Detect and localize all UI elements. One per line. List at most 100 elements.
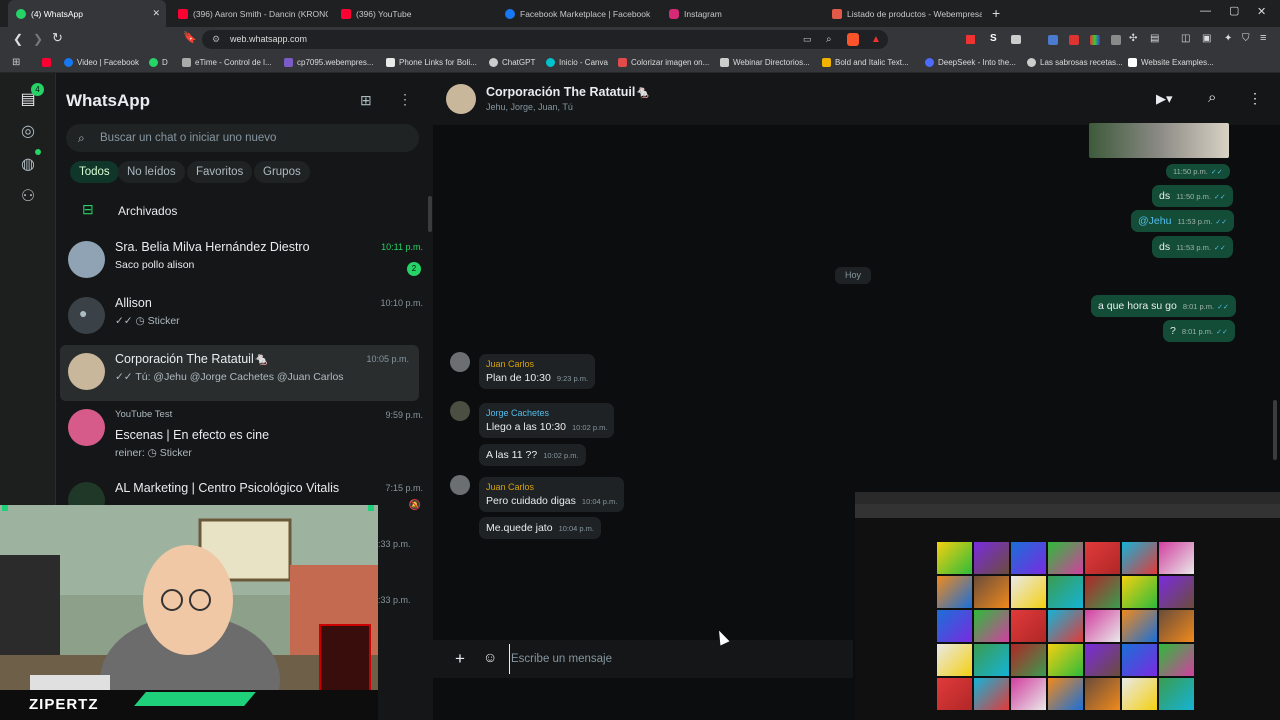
video-thumbnail[interactable] — [1159, 644, 1194, 676]
bookmark-item[interactable]: DeepSeek - Into the... — [925, 52, 1016, 73]
reload-icon[interactable]: ↻ — [52, 30, 63, 46]
video-thumbnail[interactable] — [1159, 576, 1194, 608]
tab-instagram[interactable]: Instagram — [661, 0, 819, 27]
extension-icon[interactable] — [966, 35, 975, 44]
video-thumbnail[interactable] — [1048, 542, 1083, 574]
filter-grupos[interactable]: Grupos — [254, 161, 310, 183]
bookmark-item[interactable]: Colorizar imagen on... — [618, 52, 709, 73]
bookmark-item[interactable]: Inicio - Canva — [546, 52, 608, 73]
video-thumbnail[interactable] — [1085, 576, 1120, 608]
chat-item[interactable]: YouTube Test Escenas | En efecto es cine… — [56, 401, 433, 465]
puzzle-icon[interactable]: ✣ — [1129, 33, 1137, 44]
bookmark-item[interactable]: cp7095.webempres... — [284, 52, 374, 73]
video-thumbnail[interactable] — [1159, 678, 1194, 710]
bookmark-item[interactable]: eTime - Control de l... — [182, 52, 272, 73]
image-message[interactable] — [1089, 123, 1229, 158]
conversation-scrollbar[interactable] — [1273, 400, 1277, 460]
bookmark-item[interactable]: Bold and Italic Text... — [822, 52, 909, 73]
filter-favoritos[interactable]: Favoritos — [187, 161, 253, 183]
leo-icon[interactable]: ✦ — [1224, 33, 1232, 44]
video-thumbnail[interactable] — [1011, 678, 1046, 710]
tab-youtube-aaron[interactable]: (396) Aaron Smith - Dancin (KRONO — [170, 0, 328, 27]
video-thumbnail[interactable] — [1122, 678, 1157, 710]
video-thumbnail[interactable] — [974, 678, 1009, 710]
sender-name[interactable]: Juan Carlos — [486, 359, 588, 369]
video-call-icon[interactable]: ▶▾ — [1156, 91, 1173, 107]
more-options-icon[interactable]: ⋮ — [1248, 90, 1262, 107]
video-thumbnail[interactable] — [1085, 678, 1120, 710]
video-thumbnail[interactable] — [1048, 610, 1083, 642]
chat-item[interactable]: ● Allison ✓✓ ◷ Sticker 10:10 p.m. — [56, 289, 433, 345]
chat-item[interactable]: Sra. Belia Milva Hernández Diestro Saco … — [56, 233, 433, 289]
forward-icon[interactable]: ❯ — [33, 32, 43, 46]
video-thumbnail[interactable] — [937, 610, 972, 642]
video-thumbnail[interactable] — [1011, 644, 1046, 676]
sticker-icon[interactable]: ☺ — [483, 649, 497, 665]
site-info-icon[interactable]: ⚙ — [212, 30, 220, 49]
zoom-icon[interactable]: ⌕ — [826, 30, 832, 49]
video-thumbnail[interactable] — [974, 576, 1009, 608]
sidebar-toggle-icon[interactable]: ▤ — [1150, 33, 1159, 44]
close-window-icon[interactable]: ✕ — [1257, 5, 1266, 18]
cast-icon[interactable]: ▭ — [803, 30, 812, 49]
brave-shield-icon[interactable] — [847, 33, 859, 46]
video-thumbnail[interactable] — [1011, 576, 1046, 608]
video-thumbnail[interactable] — [1085, 644, 1120, 676]
video-thumbnail[interactable] — [974, 644, 1009, 676]
bookmark-item[interactable]: Website Examples... — [1128, 52, 1214, 73]
video-thumbnail[interactable] — [1159, 542, 1194, 574]
mention-text[interactable]: @Jehu — [1138, 215, 1171, 227]
search-icon[interactable]: ⌕ — [1208, 89, 1216, 106]
new-chat-icon[interactable]: ⊞ — [360, 92, 372, 109]
vpn-icon[interactable]: ⛉ — [1242, 33, 1250, 44]
apps-grid-icon[interactable]: ⊞ — [12, 57, 20, 68]
extension-icon[interactable]: S — [990, 33, 997, 44]
video-thumbnail[interactable] — [1122, 610, 1157, 642]
channels-icon[interactable]: ◍ — [18, 155, 38, 175]
video-thumbnail[interactable] — [1085, 542, 1120, 574]
filter-no-leidos[interactable]: No leídos — [118, 161, 185, 183]
url-input[interactable]: ⚙ web.whatsapp.com ▭ ⌕ ▲ — [202, 30, 888, 49]
video-thumbnail[interactable] — [1159, 610, 1194, 642]
tab-webempresa[interactable]: Listado de productos - Webempresa — [824, 0, 982, 27]
video-thumbnail[interactable] — [1048, 576, 1083, 608]
sender-avatar[interactable] — [450, 352, 470, 372]
minimize-icon[interactable]: — — [1200, 5, 1211, 17]
video-thumbnail[interactable] — [937, 644, 972, 676]
extension-icon[interactable] — [1011, 35, 1021, 44]
video-thumbnail[interactable] — [937, 678, 972, 710]
status-icon[interactable]: ◎ — [18, 122, 38, 142]
new-tab-button[interactable]: + — [992, 5, 1000, 21]
translate-icon[interactable] — [1048, 35, 1058, 45]
maximize-icon[interactable]: ▢ — [1229, 4, 1239, 17]
brave-rewards-icon[interactable]: ▲ — [871, 30, 881, 49]
chat-list-scrollbar[interactable] — [428, 196, 432, 232]
more-options-icon[interactable]: ⋮ — [398, 91, 412, 108]
tab-whatsapp[interactable]: (4) WhatsApp ✕ — [8, 0, 166, 27]
extension-icon[interactable] — [1090, 35, 1100, 45]
message-input[interactable]: Escribe un mensaje — [509, 644, 849, 674]
group-avatar[interactable] — [446, 84, 476, 114]
bookmark-item[interactable]: Webinar Directorios... — [720, 52, 810, 73]
attach-plus-icon[interactable]: + — [455, 649, 465, 669]
bookmark-item[interactable]: Video | Facebook — [64, 52, 139, 73]
video-thumbnail[interactable] — [1011, 610, 1046, 642]
sender-avatar[interactable] — [450, 475, 470, 495]
video-thumbnail[interactable] — [937, 542, 972, 574]
sender-name[interactable]: Jorge Cachetes — [486, 408, 607, 418]
video-thumbnail[interactable] — [974, 610, 1009, 642]
bookmark-item[interactable]: Las sabrosas recetas... — [1027, 52, 1123, 73]
wallet-icon[interactable]: ▣ — [1202, 33, 1211, 44]
video-thumbnail[interactable] — [1048, 644, 1083, 676]
filter-todos[interactable]: Todos — [70, 161, 119, 183]
video-thumbnail[interactable] — [1122, 542, 1157, 574]
video-thumbnail[interactable] — [1122, 576, 1157, 608]
tab-facebook-marketplace[interactable]: Facebook Marketplace | Facebook — [497, 0, 655, 27]
video-thumbnail[interactable] — [1048, 678, 1083, 710]
back-icon[interactable]: ❮ — [13, 32, 23, 46]
group-name[interactable]: Corporación The Ratatuil🐁 — [486, 85, 651, 100]
split-view-icon[interactable]: ◫ — [1181, 33, 1190, 44]
sender-name[interactable]: Juan Carlos — [486, 482, 617, 492]
chat-item-selected[interactable]: Corporación The Ratatuil🐁 ✓✓ Tú: @Jehu @… — [60, 345, 419, 401]
video-thumbnail[interactable] — [1122, 644, 1157, 676]
